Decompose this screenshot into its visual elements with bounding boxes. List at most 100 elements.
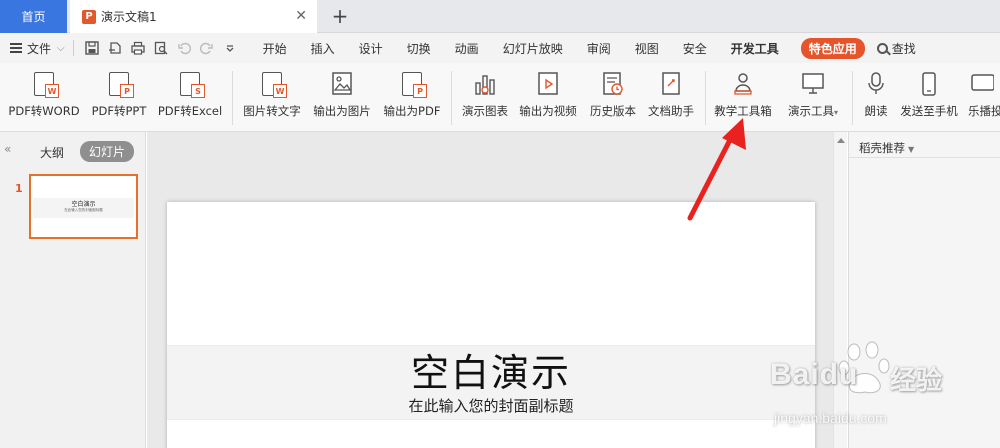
document-assistant-label: 文档助手 <box>648 104 694 118</box>
export-image-label: 输出为图片 <box>313 104 371 118</box>
export-image-icon <box>328 69 356 99</box>
export-pdf-icon: P <box>402 72 427 98</box>
export-video-label: 输出为视频 <box>519 104 577 118</box>
scroll-up-icon[interactable] <box>837 138 845 143</box>
pdf-to-word-button[interactable]: W PDF转WORD <box>6 69 82 125</box>
save-icon[interactable] <box>82 38 102 58</box>
tab-document[interactable]: P 演示文稿1 ✕ <box>70 0 317 33</box>
send-to-phone-label: 发送至手机 <box>900 104 958 118</box>
undo-icon[interactable] <box>174 38 194 58</box>
chart-icon <box>471 69 499 99</box>
file-menu-label: 文件 <box>27 41 52 56</box>
menu-item-transition[interactable]: 切换 <box>407 40 431 57</box>
ribbon-divider <box>451 71 452 125</box>
slide-panel: « 大纲 幻灯片 1 空白演示 在此输入您的封面副标题 <box>0 132 146 448</box>
export-image-button[interactable]: 输出为图片 <box>310 69 374 125</box>
pdf-to-excel-button[interactable]: S PDF转Excel <box>156 69 224 125</box>
menu-item-animation[interactable]: 动画 <box>455 40 479 57</box>
pdf-to-ppt-button[interactable]: P PDF转PPT <box>88 69 150 125</box>
presentation-tools-icon <box>799 69 827 99</box>
menu-item-security[interactable]: 安全 <box>683 40 707 57</box>
tab-document-title: 演示文稿1 <box>101 10 157 24</box>
slide-title[interactable]: 空白演示 <box>167 342 815 397</box>
read-aloud-icon <box>862 69 890 99</box>
watermark: Baidu 经验 jingyan.baidu.com <box>770 338 1000 448</box>
thumbnail-subtitle: 在此输入您的封面副标题 <box>64 208 103 212</box>
menu-item-view[interactable]: 视图 <box>635 40 659 57</box>
pdf-to-ppt-icon: P <box>109 72 134 98</box>
menu-item-insert[interactable]: 插入 <box>311 40 335 57</box>
close-icon[interactable]: ✕ <box>295 8 307 24</box>
recommendation-dropdown[interactable]: 稻壳推荐 ▼ <box>859 140 914 156</box>
ribbon-divider <box>232 71 233 125</box>
history-button[interactable]: 历史版本 <box>586 69 640 125</box>
history-icon <box>599 69 627 99</box>
print-icon[interactable] <box>128 38 148 58</box>
add-tab-button[interactable]: + <box>330 4 350 28</box>
search-button[interactable]: 查找 <box>876 40 916 57</box>
chart-button[interactable]: 演示图表 <box>458 69 512 125</box>
menu-item-slideshow[interactable]: 幻灯片放映 <box>503 40 563 57</box>
send-to-phone-button[interactable]: 发送至手机 <box>897 69 961 125</box>
menu-item-start[interactable]: 开始 <box>263 40 287 57</box>
ribbon-divider <box>852 71 853 125</box>
screen-cast-label: 乐播投 <box>968 104 1000 118</box>
tab-home[interactable]: 首页 <box>0 0 67 33</box>
collapse-panel-icon[interactable]: « <box>4 142 11 156</box>
export-icon[interactable] <box>105 38 125 58</box>
presentation-tools-label: 演示工具▾ <box>787 104 838 118</box>
teaching-toolbox-button[interactable]: 教学工具箱 <box>710 69 776 125</box>
search-label: 查找 <box>891 41 916 56</box>
redo-icon[interactable] <box>197 38 217 58</box>
ribbon-toolbar: W PDF转WORD P PDF转PPT S PDF转Excel W 图片转文字… <box>0 63 1000 132</box>
export-pdf-button[interactable]: P 输出为PDF <box>380 69 444 125</box>
menu-item-special-apps[interactable]: 特色应用 <box>800 37 865 59</box>
menu-items: 开始 插入 设计 切换 动画 幻灯片放映 审阅 视图 安全 开发工具 特色应用 … <box>263 37 916 59</box>
document-assistant-icon <box>657 69 685 99</box>
export-video-icon <box>534 69 562 99</box>
export-video-button[interactable]: 输出为视频 <box>516 69 580 125</box>
export-pdf-label: 输出为PDF <box>383 104 441 118</box>
ribbon-divider <box>705 71 706 125</box>
tab-slides[interactable]: 幻灯片 <box>80 141 135 162</box>
slide-number: 1 <box>15 182 23 195</box>
customize-chevron-icon[interactable] <box>220 38 240 58</box>
menu-item-design[interactable]: 设计 <box>359 40 383 57</box>
chevron-down-icon: ▼ <box>908 145 915 154</box>
divider <box>72 40 74 56</box>
read-aloud-label: 朗读 <box>864 104 888 118</box>
presentation-icon: P <box>82 9 96 24</box>
teaching-toolbox-icon <box>729 69 757 99</box>
search-icon <box>876 42 888 54</box>
pdf-to-word-icon: W <box>34 72 59 98</box>
menu-item-developer[interactable]: 开发工具 <box>731 40 779 57</box>
tab-bar: 首页 P 演示文稿1 ✕ + <box>0 0 1000 33</box>
image-to-text-button[interactable]: W 图片转文字 <box>240 69 304 125</box>
recommendation-title: 稻壳推荐 <box>859 141 905 155</box>
history-label: 历史版本 <box>590 104 636 118</box>
slide-subtitle[interactable]: 在此输入您的封面副标题 <box>167 395 815 416</box>
document-assistant-button[interactable]: 文档助手 <box>644 69 698 125</box>
slide[interactable]: 空白演示 在此输入您的封面副标题 <box>167 202 815 448</box>
slide-canvas: 空白演示 在此输入您的封面副标题 <box>147 132 833 448</box>
presentation-tools-button[interactable]: 演示工具▾ <box>782 69 844 125</box>
watermark-brand: Baidu <box>770 358 859 391</box>
menu-bar: 文件 ⌵ 开始 插入 设计 切换 动画 幻灯片放映 审阅 视图 安全 开发工具 … <box>0 33 1000 63</box>
file-menu[interactable]: 文件 ⌵ <box>0 40 65 57</box>
watermark-url: jingyan.baidu.com <box>774 410 887 426</box>
watermark-cn: 经验 <box>890 366 943 396</box>
chart-label: 演示图表 <box>462 104 508 118</box>
send-to-phone-icon <box>915 69 943 99</box>
print-preview-icon[interactable] <box>151 38 171 58</box>
menu-item-review[interactable]: 审阅 <box>587 40 611 57</box>
screen-cast-icon <box>968 69 996 99</box>
teaching-toolbox-label: 教学工具箱 <box>714 104 772 118</box>
tab-outline[interactable]: 大纲 <box>40 144 64 161</box>
image-to-text-icon: W <box>262 72 287 98</box>
screen-cast-button[interactable]: 乐播投 <box>964 69 1000 125</box>
pdf-to-excel-label: PDF转Excel <box>157 104 223 118</box>
slide-thumbnail[interactable]: 空白演示 在此输入您的封面副标题 <box>29 174 138 239</box>
read-aloud-button[interactable]: 朗读 <box>857 69 895 125</box>
hamburger-icon <box>10 43 22 53</box>
pdf-to-excel-icon: S <box>180 72 205 98</box>
